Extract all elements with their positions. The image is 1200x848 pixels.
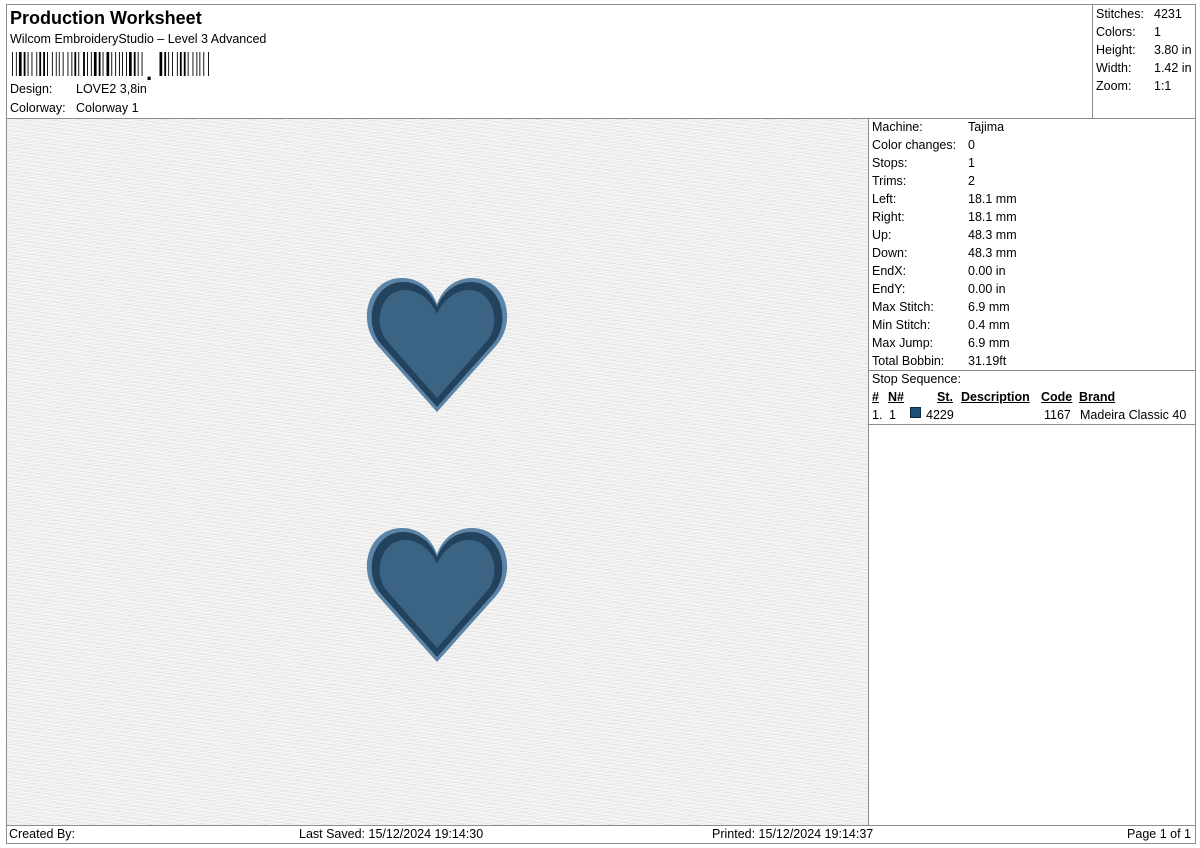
property-label: Up: <box>872 228 892 242</box>
property-value: 0 <box>968 138 975 152</box>
stat-value: 4231 <box>1154 7 1182 21</box>
property-row: Down: 48.3 mm <box>872 246 1017 260</box>
property-value: 6.9 mm <box>968 336 1010 350</box>
stat-value: 1 <box>1154 25 1161 39</box>
property-label: Down: <box>872 246 908 260</box>
property-row: Machine: Tajima <box>872 120 1004 134</box>
property-row: Stops: 1 <box>872 156 975 170</box>
design-row: Design: LOVE2 3,8in <box>10 82 147 96</box>
property-value: 0.00 in <box>968 282 1006 296</box>
row-code: 1167 <box>1044 408 1071 422</box>
property-label: Trims: <box>872 174 907 188</box>
heart-design-bottom <box>366 528 508 662</box>
property-value: 48.3 mm <box>968 228 1017 242</box>
property-value: 6.9 mm <box>968 300 1010 314</box>
stat-label: Width: <box>1096 61 1132 75</box>
design-preview-canvas <box>7 119 868 825</box>
stat-colors: Colors: 1 <box>1096 25 1161 39</box>
last-saved: Last Saved: 15/12/2024 19:14:30 <box>299 827 484 841</box>
property-row: Right: 18.1 mm <box>872 210 1017 224</box>
properties-panel: Machine: Tajima Color changes: 0 Stops: 1 Trim… <box>868 119 1196 825</box>
design-label: Design: <box>10 82 53 96</box>
stat-value: 1:1 <box>1154 79 1172 93</box>
property-row: EndY: 0.00 in <box>872 282 1006 296</box>
software-subtitle: Wilcom EmbroideryStudio – Level 3 Advanc… <box>10 32 267 46</box>
row-brand: Madeira Classic 40 <box>1080 408 1187 422</box>
property-value: 31.19ft <box>968 354 1007 368</box>
stat-label: Colors: <box>1096 25 1136 39</box>
property-row: Trims: 2 <box>872 174 975 188</box>
stats-box: Stitches: 4231 Colors: 1 Height: 3.80 in Wi… <box>1092 5 1197 119</box>
property-label: Machine: <box>872 120 923 134</box>
stat-label: Height: <box>1096 43 1136 57</box>
created-by: Created By: <box>9 827 76 841</box>
divider <box>869 370 1196 371</box>
design-value: LOVE2 3,8in <box>76 82 147 96</box>
property-row: Max Stitch: 6.9 mm <box>872 300 1010 314</box>
stat-height: Height: 3.80 in <box>1096 43 1192 57</box>
stat-stitches: Stitches: 4231 <box>1096 7 1182 21</box>
property-row: Left: 18.1 mm <box>872 192 1017 206</box>
property-label: Total Bobbin: <box>872 354 945 368</box>
property-label: Color changes: <box>872 138 957 152</box>
col-header-description: Description <box>961 390 1030 404</box>
row-num: 1. <box>872 408 883 422</box>
stat-label: Zoom: <box>1096 79 1132 93</box>
property-row: Up: 48.3 mm <box>872 228 1017 242</box>
property-value: 2 <box>968 174 975 188</box>
property-row: EndX: 0.00 in <box>872 264 1006 278</box>
property-row: Min Stitch: 0.4 mm <box>872 318 1010 332</box>
thread-color-swatch <box>910 407 921 418</box>
property-label: Stops: <box>872 156 908 170</box>
page-number: Page 1 of 1 <box>1127 827 1191 841</box>
property-value: Tajima <box>968 120 1005 134</box>
property-row: Color changes: 0 <box>872 138 975 152</box>
property-label: EndX: <box>872 264 907 278</box>
colorway-label: Colorway: <box>10 101 66 115</box>
property-label: Max Jump: <box>872 336 934 350</box>
stat-label: Stitches: <box>1096 7 1144 21</box>
printed-date: Printed: 15/12/2024 19:14:37 <box>712 827 874 841</box>
property-value: 18.1 mm <box>968 192 1017 206</box>
col-header-st: St. <box>937 390 953 404</box>
stat-value: 3.80 in <box>1154 43 1192 57</box>
property-label: EndY: <box>872 282 906 296</box>
divider <box>869 424 1196 425</box>
property-label: Left: <box>872 192 897 206</box>
property-value: 48.3 mm <box>968 246 1017 260</box>
property-label: Max Stitch: <box>872 300 934 314</box>
stat-width: Width: 1.42 in <box>1096 61 1192 75</box>
worksheet-footer: Created By: Last Saved: 15/12/2024 19:14… <box>6 825 1196 844</box>
col-header-num: # <box>872 390 879 404</box>
property-row: Total Bobbin: 31.19ft <box>872 354 1006 368</box>
colorway-value: Colorway 1 <box>76 101 139 115</box>
stat-zoom: Zoom: 1:1 <box>1096 79 1171 93</box>
barcode-image: , <box>12 52 209 80</box>
col-header-brand: Brand <box>1079 390 1116 404</box>
property-label: Min Stitch: <box>872 318 931 332</box>
colorway-row: Colorway: Colorway 1 <box>10 101 139 115</box>
property-value: 18.1 mm <box>968 210 1017 224</box>
stop-sequence-title: Stop Sequence: <box>872 372 961 386</box>
stat-value: 1.42 in <box>1154 61 1192 75</box>
property-label: Right: <box>872 210 905 224</box>
worksheet-header: Production Worksheet Wilcom EmbroiderySt… <box>6 4 1196 119</box>
col-header-n: N# <box>888 390 904 404</box>
col-header-code: Code <box>1041 390 1073 404</box>
page-title: Production Worksheet <box>10 8 202 28</box>
property-value: 1 <box>968 156 975 170</box>
row-n: 1 <box>889 408 896 422</box>
svg-text:,: , <box>146 60 152 80</box>
row-stitches: 4229 <box>926 408 954 422</box>
heart-design-top <box>366 278 508 412</box>
property-row: Max Jump: 6.9 mm <box>872 336 1010 350</box>
property-value: 0.00 in <box>968 264 1006 278</box>
property-value: 0.4 mm <box>968 318 1010 332</box>
